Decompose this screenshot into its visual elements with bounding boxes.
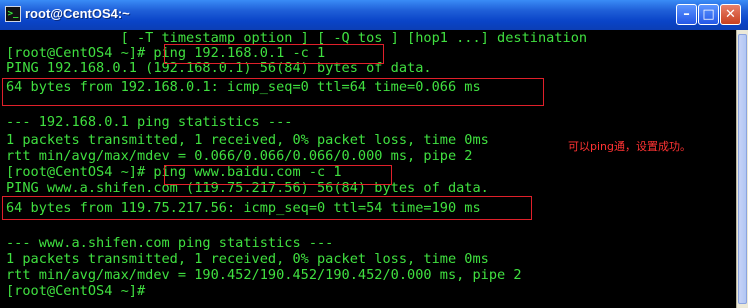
terminal-window: >_ root@CentOS4:~ – □ ✕ [ -T timestamp o… [0, 0, 748, 308]
annotation-success-note: 可以ping通，设置成功。 [568, 140, 691, 153]
highlight-ping-local-reply [2, 78, 544, 106]
highlight-ping-baidu-command [164, 165, 392, 185]
highlight-ping-baidu-reply [2, 196, 532, 220]
close-button[interactable]: ✕ [720, 4, 741, 25]
terminal-line-local-stats: 1 packets transmitted, 1 received, 0% pa… [6, 132, 489, 148]
scrollbar-thumb[interactable] [738, 34, 747, 304]
terminal-line-local-rtt: rtt min/avg/max/mdev = 0.066/0.066/0.066… [6, 148, 473, 164]
terminal-app-icon[interactable]: >_ [5, 6, 21, 22]
terminal-line-local-stats-header: --- 192.168.0.1 ping statistics --- [6, 114, 293, 130]
highlight-ping-local-command [164, 44, 384, 64]
terminal-line-baidu-stats-header: --- www.a.shifen.com ping statistics --- [6, 235, 334, 251]
terminal-line-prompt: [root@CentOS4 ~]# [6, 283, 146, 299]
terminal-output[interactable]: [ -T timestamp option ] [ -Q tos ] [hop1… [0, 30, 736, 308]
terminal-line-baidu-rtt: rtt min/avg/max/mdev = 190.452/190.452/1… [6, 267, 522, 283]
maximize-button[interactable]: □ [698, 4, 719, 25]
terminal-line-baidu-stats: 1 packets transmitted, 1 received, 0% pa… [6, 251, 489, 267]
minimize-button[interactable]: – [676, 4, 697, 25]
window-title: root@CentOS4:~ [25, 6, 130, 21]
vertical-scrollbar[interactable] [736, 30, 748, 308]
title-bar[interactable]: >_ root@CentOS4:~ – □ ✕ [0, 0, 748, 31]
